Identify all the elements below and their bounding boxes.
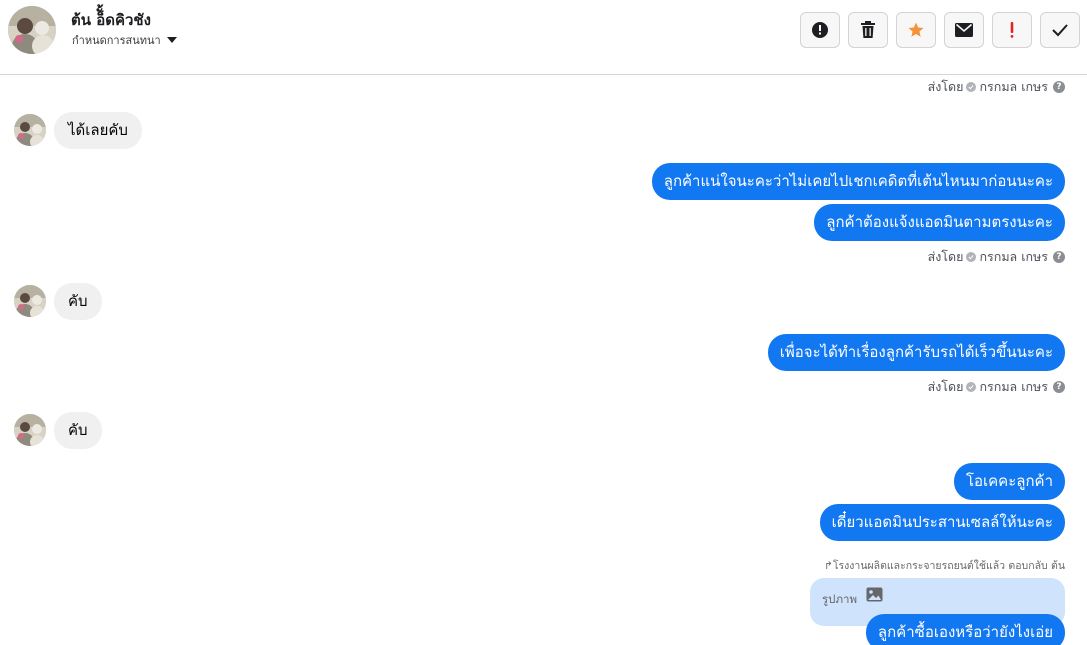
help-icon[interactable]: ? <box>1053 81 1065 93</box>
replied-message-label: รูปภาพ <box>822 592 858 606</box>
sent-by-prefix: ส่งโดย <box>927 379 964 394</box>
sent-by-agent: กรกมล เกษร <box>979 79 1048 94</box>
message-thread[interactable]: ส่งโดย กรกมล เกษร ? ได้เลยคับ ลูกค้าแน่ใ… <box>0 75 1087 645</box>
contact-avatar-small <box>14 414 46 446</box>
help-icon[interactable]: ? <box>1053 251 1065 263</box>
conversation-label-dropdown[interactable]: กำหนดการสนทนา <box>72 31 177 49</box>
incoming-message: คับ <box>14 282 102 320</box>
sent-by-prefix: ส่งโดย <box>927 249 964 264</box>
caret-down-icon <box>166 37 177 43</box>
alert-circle-icon <box>812 22 828 38</box>
outgoing-bubble[interactable]: เพื่อจะได้ทำเรื่องลูกค้ารับรถได้เร็วขึ้น… <box>767 334 1065 371</box>
outgoing-bubble[interactable]: โอเคคะลูกค้า <box>953 463 1065 500</box>
check-circle-icon <box>966 252 977 262</box>
exclamation-icon <box>1010 22 1014 38</box>
star-button[interactable] <box>896 12 936 48</box>
incoming-bubble[interactable]: คับ <box>54 282 102 320</box>
mark-important-button[interactable] <box>800 12 840 48</box>
contact-avatar-small <box>14 285 46 317</box>
outgoing-bubble[interactable]: เดี๋ยวแอดมินประสานเซลล์ให้นะคะ <box>819 504 1065 541</box>
delete-button[interactable] <box>848 12 888 48</box>
outgoing-bubble[interactable]: ลูกค้าซื้อเองหรือว่ายังไงเอ่ย <box>865 614 1065 645</box>
incoming-bubble[interactable]: คับ <box>54 411 102 449</box>
reply-arrow-icon: ↱ <box>824 560 833 572</box>
sent-by-info: ส่งโดย กรกมล เกษร ? <box>928 377 1065 397</box>
trash-icon <box>861 21 875 38</box>
sent-by-agent: กรกมล เกษร <box>979 379 1048 394</box>
mark-spam-button[interactable] <box>992 12 1032 48</box>
outgoing-bubble[interactable]: ลูกค้าต้องแจ้งแอดมินตามตรงนะคะ <box>814 204 1065 241</box>
incoming-bubble[interactable]: ได้เลยคับ <box>54 111 142 149</box>
conversation-label-text: กำหนดการสนทนา <box>72 34 161 47</box>
conversation-actions <box>800 12 1080 48</box>
outgoing-bubble[interactable]: ลูกค้าแน่ใจนะคะว่าไม่เคยไปเชกเคดิตที่เต้… <box>651 163 1065 200</box>
incoming-message: คับ <box>14 411 102 449</box>
mark-unread-button[interactable] <box>944 12 984 48</box>
contact-avatar-small <box>14 114 46 146</box>
sent-by-info: ส่งโดย กรกมล เกษร ? <box>928 77 1065 97</box>
check-circle-icon <box>966 82 977 92</box>
sent-by-info: ส่งโดย กรกมล เกษร ? <box>928 247 1065 267</box>
contact-name: ต้น อ็ั้ดคิวชัง <box>71 11 151 29</box>
checkmark-icon <box>1052 24 1068 37</box>
star-icon <box>908 22 924 37</box>
contact-avatar[interactable] <box>8 6 56 54</box>
image-icon <box>866 587 883 606</box>
reply-context-note: ↱โรงงานผลิตและกระจายรถยนต์ใช้แล้ว ตอบกลั… <box>824 560 1065 572</box>
conversation-header: ต้น อ็ั้ดคิวชัง กำหนดการสนทนา <box>0 0 1087 75</box>
sent-by-agent: กรกมล เกษร <box>979 249 1048 264</box>
mark-done-button[interactable] <box>1040 12 1080 48</box>
envelope-icon <box>955 23 973 37</box>
incoming-message: ได้เลยคับ <box>14 111 142 149</box>
check-circle-icon <box>966 382 977 392</box>
help-icon[interactable]: ? <box>1053 381 1065 393</box>
sent-by-prefix: ส่งโดย <box>927 79 964 94</box>
